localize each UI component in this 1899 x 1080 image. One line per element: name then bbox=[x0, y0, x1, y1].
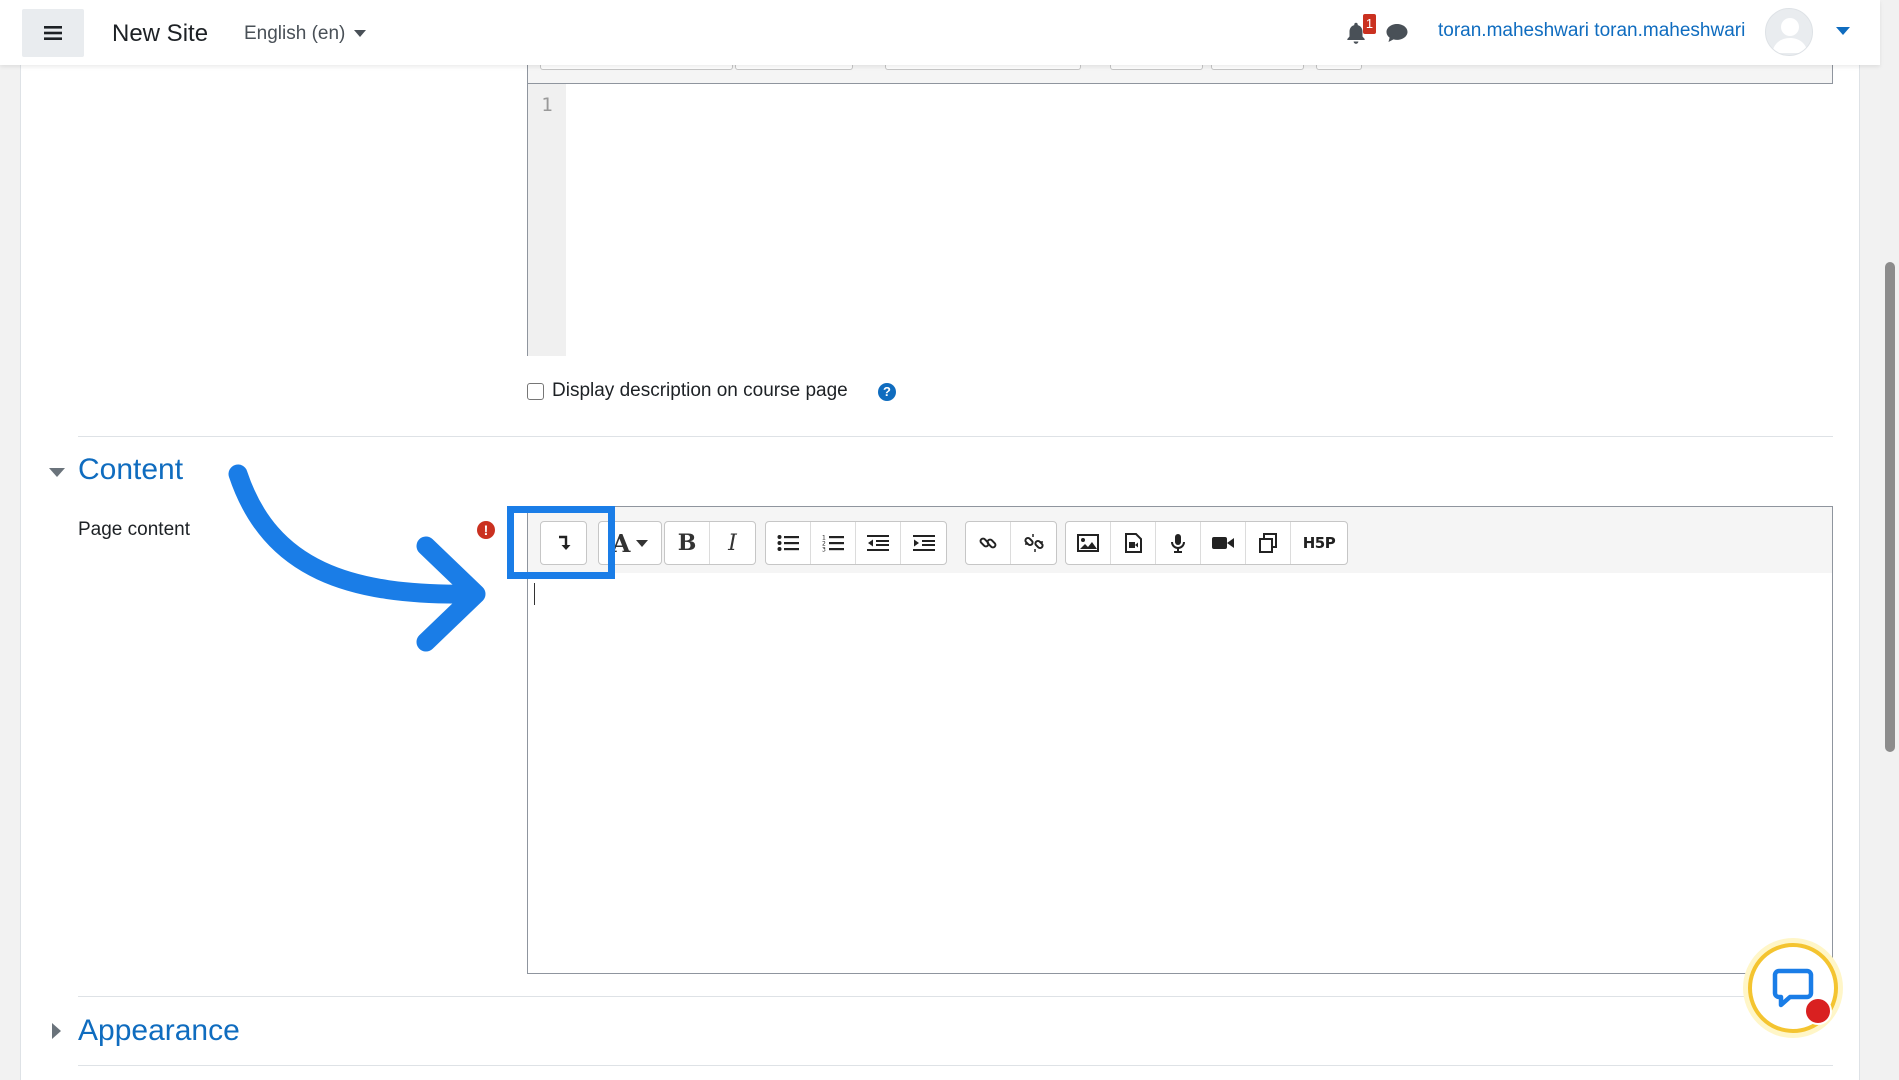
link-icon bbox=[979, 537, 997, 549]
svg-text:3: 3 bbox=[822, 547, 826, 553]
insert-image-button[interactable] bbox=[1066, 522, 1111, 564]
insert-h5p-button[interactable]: H5P bbox=[1291, 522, 1347, 564]
link-button[interactable] bbox=[966, 522, 1011, 564]
indent-icon bbox=[912, 535, 935, 551]
notification-count-badge: 1 bbox=[1363, 14, 1376, 34]
description-code-editor[interactable]: 1 bbox=[527, 84, 1833, 356]
messages-icon[interactable] bbox=[1385, 22, 1409, 44]
chevron-down-icon bbox=[354, 30, 367, 38]
toolbar-toggle-icon bbox=[558, 535, 570, 550]
record-audio-icon bbox=[1171, 534, 1185, 553]
unlink-icon bbox=[1023, 534, 1044, 552]
display-description-label[interactable]: Display description on course page bbox=[552, 380, 848, 402]
outdent-button[interactable] bbox=[856, 522, 901, 564]
toolbar-group-collapse bbox=[540, 521, 587, 565]
record-video-button[interactable] bbox=[1201, 522, 1246, 564]
unlink-button[interactable] bbox=[1011, 522, 1056, 564]
manage-files-button[interactable] bbox=[1246, 522, 1291, 564]
page-content-editor[interactable] bbox=[527, 573, 1833, 974]
italic-button[interactable]: I bbox=[710, 522, 755, 564]
avatar[interactable] bbox=[1765, 8, 1813, 56]
support-chat-launcher[interactable] bbox=[1743, 938, 1843, 1038]
ordered-list-button[interactable]: 1 2 3 bbox=[811, 522, 856, 564]
section-divider bbox=[78, 996, 1833, 997]
nav-drawer-toggle-button[interactable] bbox=[22, 9, 84, 57]
media-icon bbox=[1125, 533, 1142, 553]
display-description-checkbox[interactable] bbox=[527, 383, 544, 400]
language-label: English (en) bbox=[244, 23, 346, 44]
toolbar-group-media: H5P bbox=[1065, 521, 1348, 565]
top-navbar: New Site English (en) 1 toran.maheshwari… bbox=[0, 0, 1880, 65]
toolbar-group-style: A bbox=[598, 521, 662, 565]
language-menu[interactable]: English (en) bbox=[244, 23, 367, 45]
section-divider bbox=[78, 436, 1833, 437]
required-icon: ! bbox=[477, 521, 495, 539]
chevron-down-icon bbox=[636, 539, 649, 547]
unordered-list-icon bbox=[777, 535, 799, 551]
site-name-link[interactable]: New Site bbox=[112, 20, 208, 48]
content-collapse-chevron-icon[interactable] bbox=[49, 468, 65, 477]
line-number-gutter: 1 bbox=[528, 84, 566, 356]
image-icon bbox=[1077, 534, 1099, 552]
font-color-button[interactable]: A bbox=[599, 522, 661, 564]
page-content-editor-toolbar: A B I 1 2 3 H5P bbox=[527, 506, 1833, 574]
help-icon[interactable]: ? bbox=[878, 383, 896, 401]
ordered-list-icon: 1 2 3 bbox=[822, 535, 844, 553]
section-divider bbox=[78, 1065, 1833, 1066]
user-menu-chevron-down-icon[interactable] bbox=[1836, 27, 1850, 35]
line-number: 1 bbox=[541, 94, 553, 116]
user-menu-name[interactable]: toran.maheshwari toran.maheshwari bbox=[1438, 20, 1745, 42]
user-avatar-icon bbox=[1772, 18, 1808, 53]
appearance-expand-chevron-icon[interactable] bbox=[52, 1023, 61, 1039]
chat-widget-ring bbox=[1748, 943, 1838, 1033]
italic-icon: I bbox=[728, 530, 737, 556]
page-scrollbar-thumb[interactable] bbox=[1885, 262, 1895, 752]
font-color-icon: A bbox=[611, 528, 631, 558]
outdent-icon bbox=[867, 535, 889, 551]
unordered-list-button[interactable] bbox=[766, 522, 811, 564]
page-content-label: Page content bbox=[78, 519, 190, 540]
text-cursor bbox=[534, 583, 535, 605]
bold-button[interactable]: B bbox=[665, 522, 710, 564]
toolbar-group-format: B I bbox=[664, 521, 756, 565]
toolbar-group-lists: 1 2 3 bbox=[765, 521, 947, 565]
insert-media-button[interactable] bbox=[1111, 522, 1156, 564]
h5p-icon: H5P bbox=[1302, 534, 1336, 552]
bold-icon: B bbox=[677, 530, 697, 556]
manage-files-icon bbox=[1259, 533, 1277, 553]
hamburger-icon bbox=[44, 26, 62, 40]
indent-button[interactable] bbox=[901, 522, 946, 564]
toolbar-group-links bbox=[965, 521, 1057, 565]
record-audio-button[interactable] bbox=[1156, 522, 1201, 564]
record-video-icon bbox=[1212, 537, 1234, 549]
toolbar-toggle-button[interactable] bbox=[541, 522, 586, 564]
appearance-section-heading[interactable]: Appearance bbox=[78, 1014, 240, 1048]
content-section-heading[interactable]: Content bbox=[78, 453, 183, 487]
chat-unread-dot bbox=[1804, 997, 1832, 1025]
